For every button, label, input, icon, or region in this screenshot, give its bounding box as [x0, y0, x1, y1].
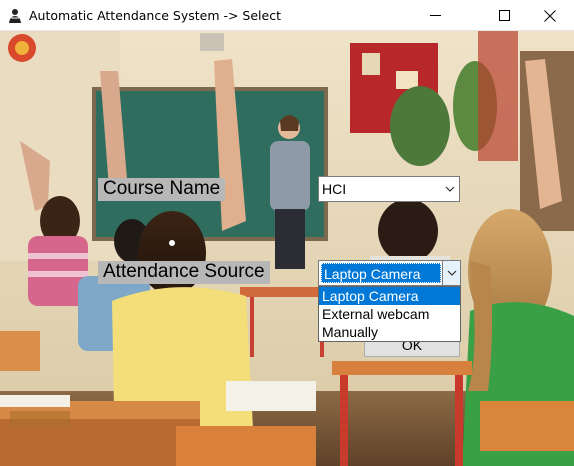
- course-select-value: HCI: [322, 181, 347, 197]
- option-laptop-camera[interactable]: Laptop Camera: [319, 287, 460, 305]
- attendance-source-options: Laptop Camera External webcam Manually: [318, 286, 461, 342]
- course-name-label: Course Name: [98, 178, 226, 201]
- attendance-source-select[interactable]: Laptop Camera: [318, 260, 461, 286]
- option-external-webcam[interactable]: External webcam: [319, 305, 460, 323]
- minimize-button[interactable]: [412, 0, 458, 31]
- close-icon: [544, 9, 556, 22]
- dropdown-button[interactable]: [442, 261, 460, 285]
- chevron-down-icon: [447, 270, 456, 276]
- attendance-source-label: Attendance Source: [98, 261, 270, 284]
- window-title: Automatic Attendance System -> Select: [29, 8, 281, 23]
- option-manually[interactable]: Manually: [319, 323, 460, 341]
- attendance-source-value: Laptop Camera: [321, 263, 441, 283]
- title-bar: Automatic Attendance System -> Select: [0, 0, 574, 31]
- course-select[interactable]: HCI: [318, 176, 460, 202]
- maximize-button[interactable]: [481, 0, 527, 31]
- classroom-background-image: [0, 31, 574, 466]
- close-button[interactable]: [527, 0, 573, 31]
- maximize-icon: [498, 10, 510, 21]
- chevron-down-icon: [445, 186, 455, 192]
- minimize-icon: [429, 15, 441, 16]
- person-icon: [9, 9, 21, 23]
